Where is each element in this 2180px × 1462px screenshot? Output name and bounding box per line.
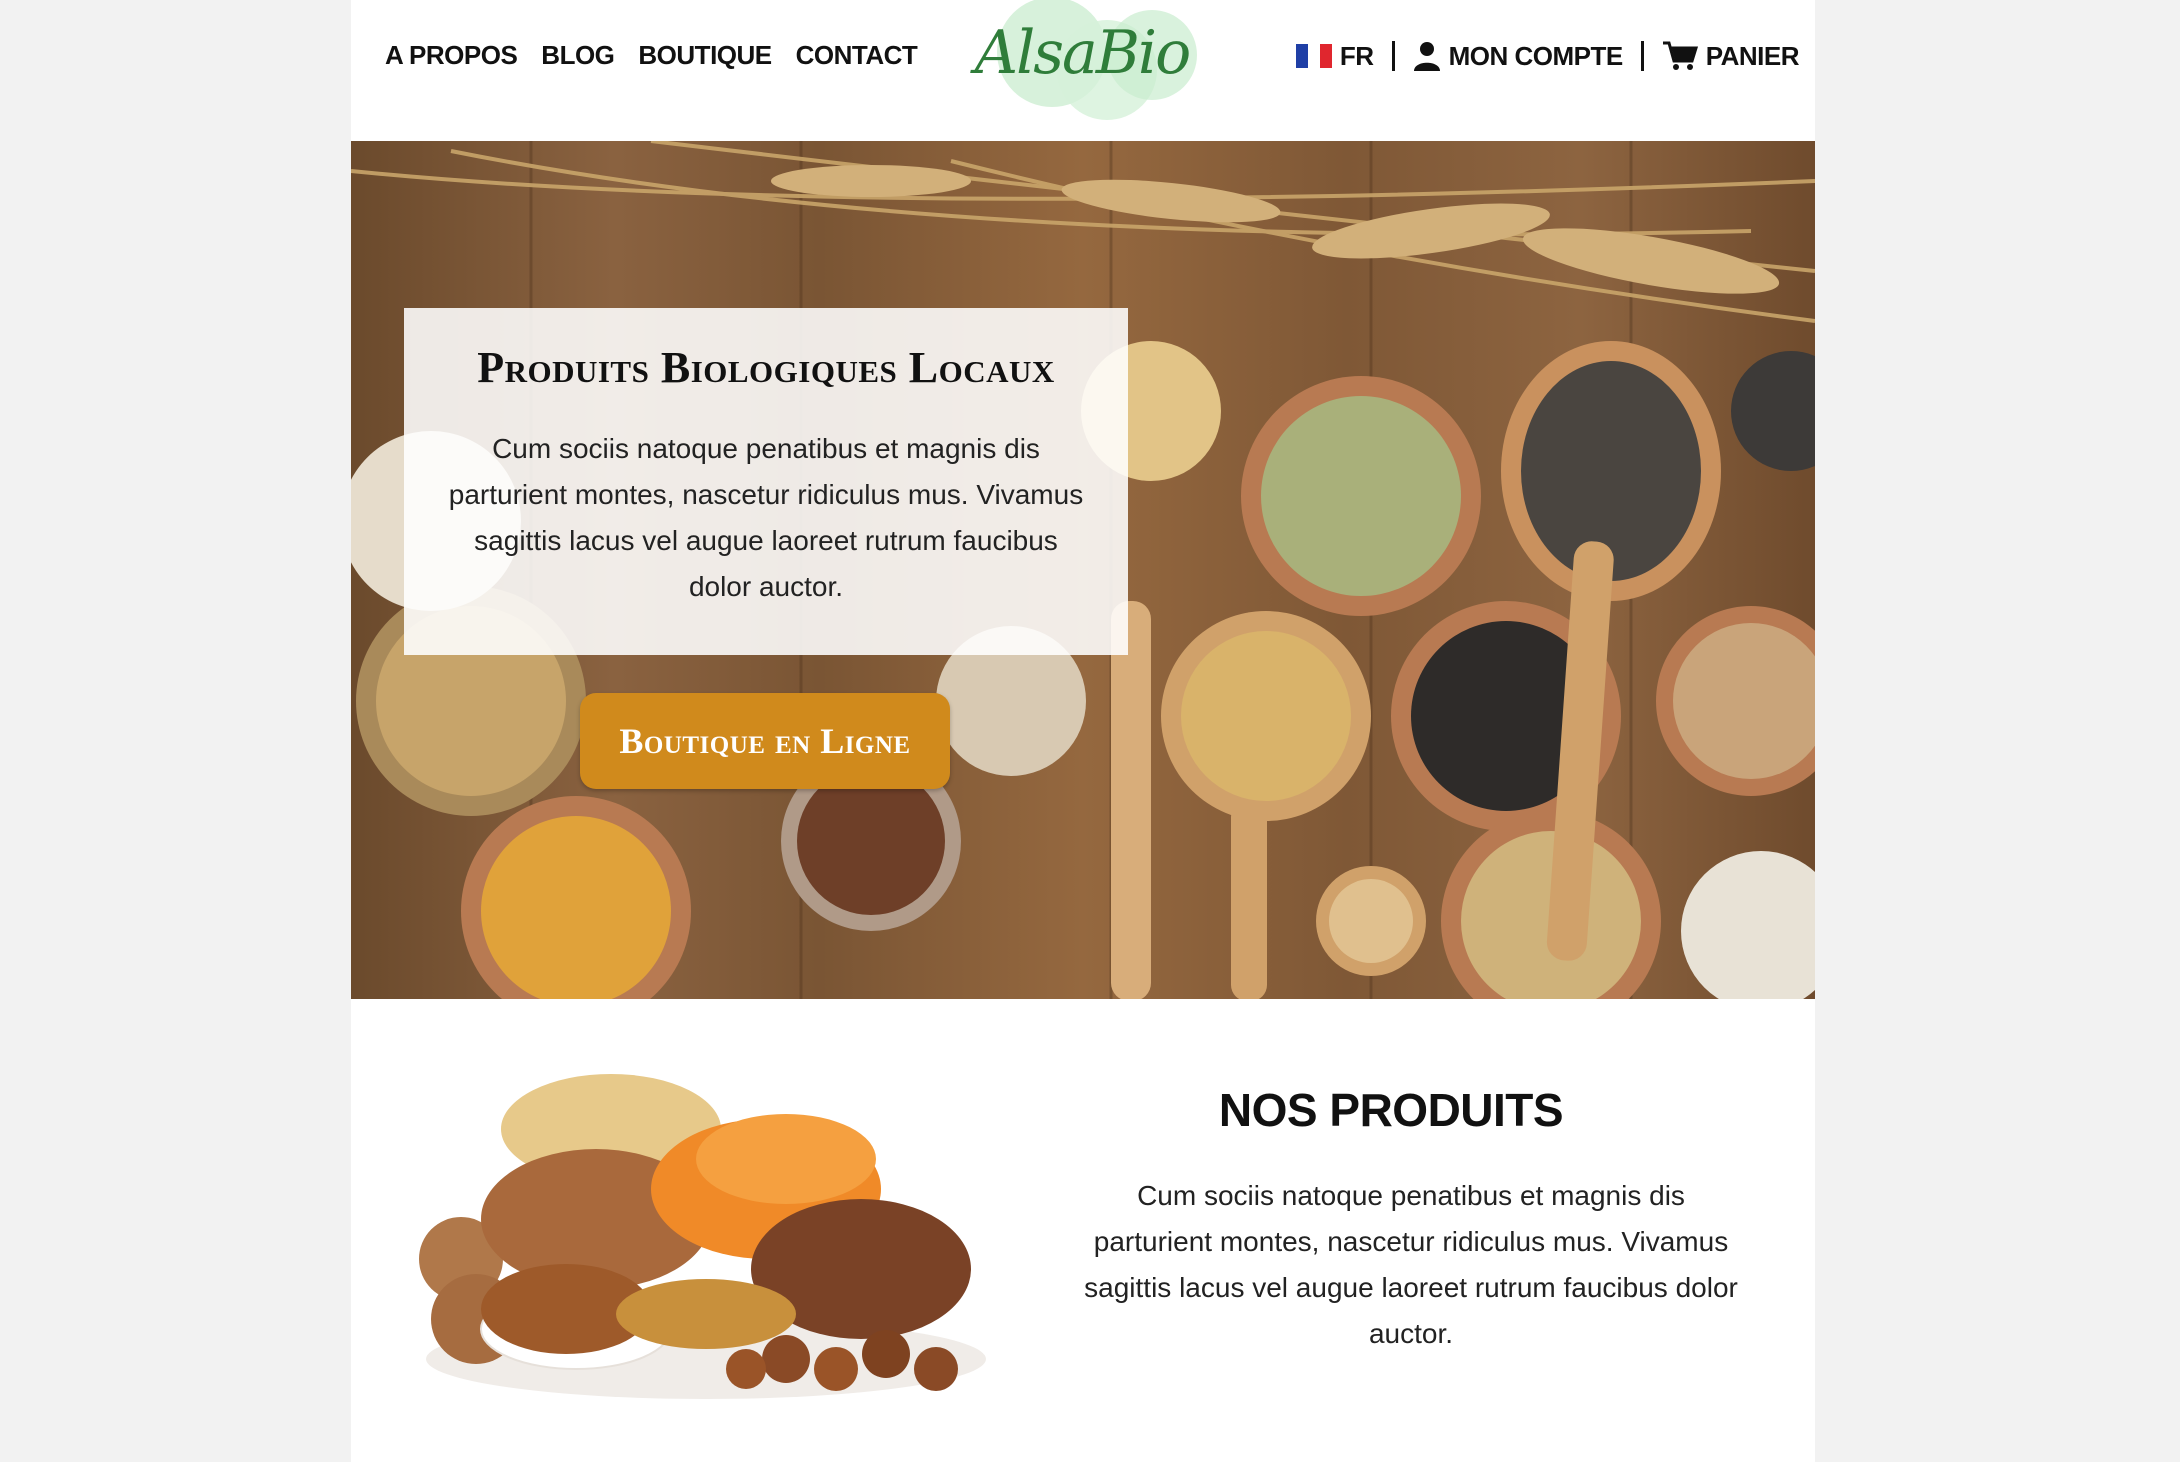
divider [1391, 41, 1395, 71]
cart-icon [1662, 41, 1698, 70]
cart-link[interactable]: PANIER [1662, 40, 1800, 72]
logo-text: AlsaBio [974, 18, 1192, 88]
hero-title: Produits Biologiques Locaux [477, 343, 1055, 392]
account-label: MON COMPTE [1448, 40, 1624, 71]
products-image [419, 1074, 986, 1399]
nav-link-boutique[interactable]: BOUTIQUE [638, 40, 772, 71]
shop-online-button[interactable]: Boutique en Ligne [580, 693, 950, 789]
nav-link-contact[interactable]: CONTACT [796, 40, 918, 71]
hero-text: Cum sociis natoque penatibus et magnis d… [448, 433, 1084, 602]
products-title: NOS PRODUITS [1218, 1084, 1564, 1136]
utility-nav: FR MON COMPTE PANIER [1295, 40, 1800, 72]
products-section: NOS PRODUITS Cum sociis natoque penatibu… [351, 999, 1815, 1462]
france-flag-icon [1295, 44, 1332, 68]
hero-banner: Produits Biologiques Locaux Cum sociis n… [351, 141, 1815, 999]
products-text: Cum sociis natoque penatibus et magnis d… [1084, 1180, 1738, 1349]
page: A PROPOS BLOG BOUTIQUE CONTACT AlsaBio F… [351, 0, 1815, 1462]
language-label: FR [1339, 40, 1374, 71]
divider [1640, 41, 1644, 71]
language-selector[interactable]: FR [1295, 40, 1374, 72]
hero-textbox: Produits Biologiques Locaux Cum sociis n… [404, 308, 1128, 655]
cart-label: PANIER [1705, 40, 1800, 71]
user-icon [1413, 42, 1440, 71]
site-logo[interactable]: AlsaBio [957, 0, 1207, 128]
site-header: A PROPOS BLOG BOUTIQUE CONTACT AlsaBio F… [351, 0, 1815, 141]
nav-link-a-propos[interactable]: A PROPOS [385, 40, 518, 71]
account-link[interactable]: MON COMPTE [1413, 41, 1623, 72]
main-nav: A PROPOS BLOG BOUTIQUE CONTACT [385, 40, 941, 71]
nav-link-blog[interactable]: BLOG [541, 40, 615, 71]
